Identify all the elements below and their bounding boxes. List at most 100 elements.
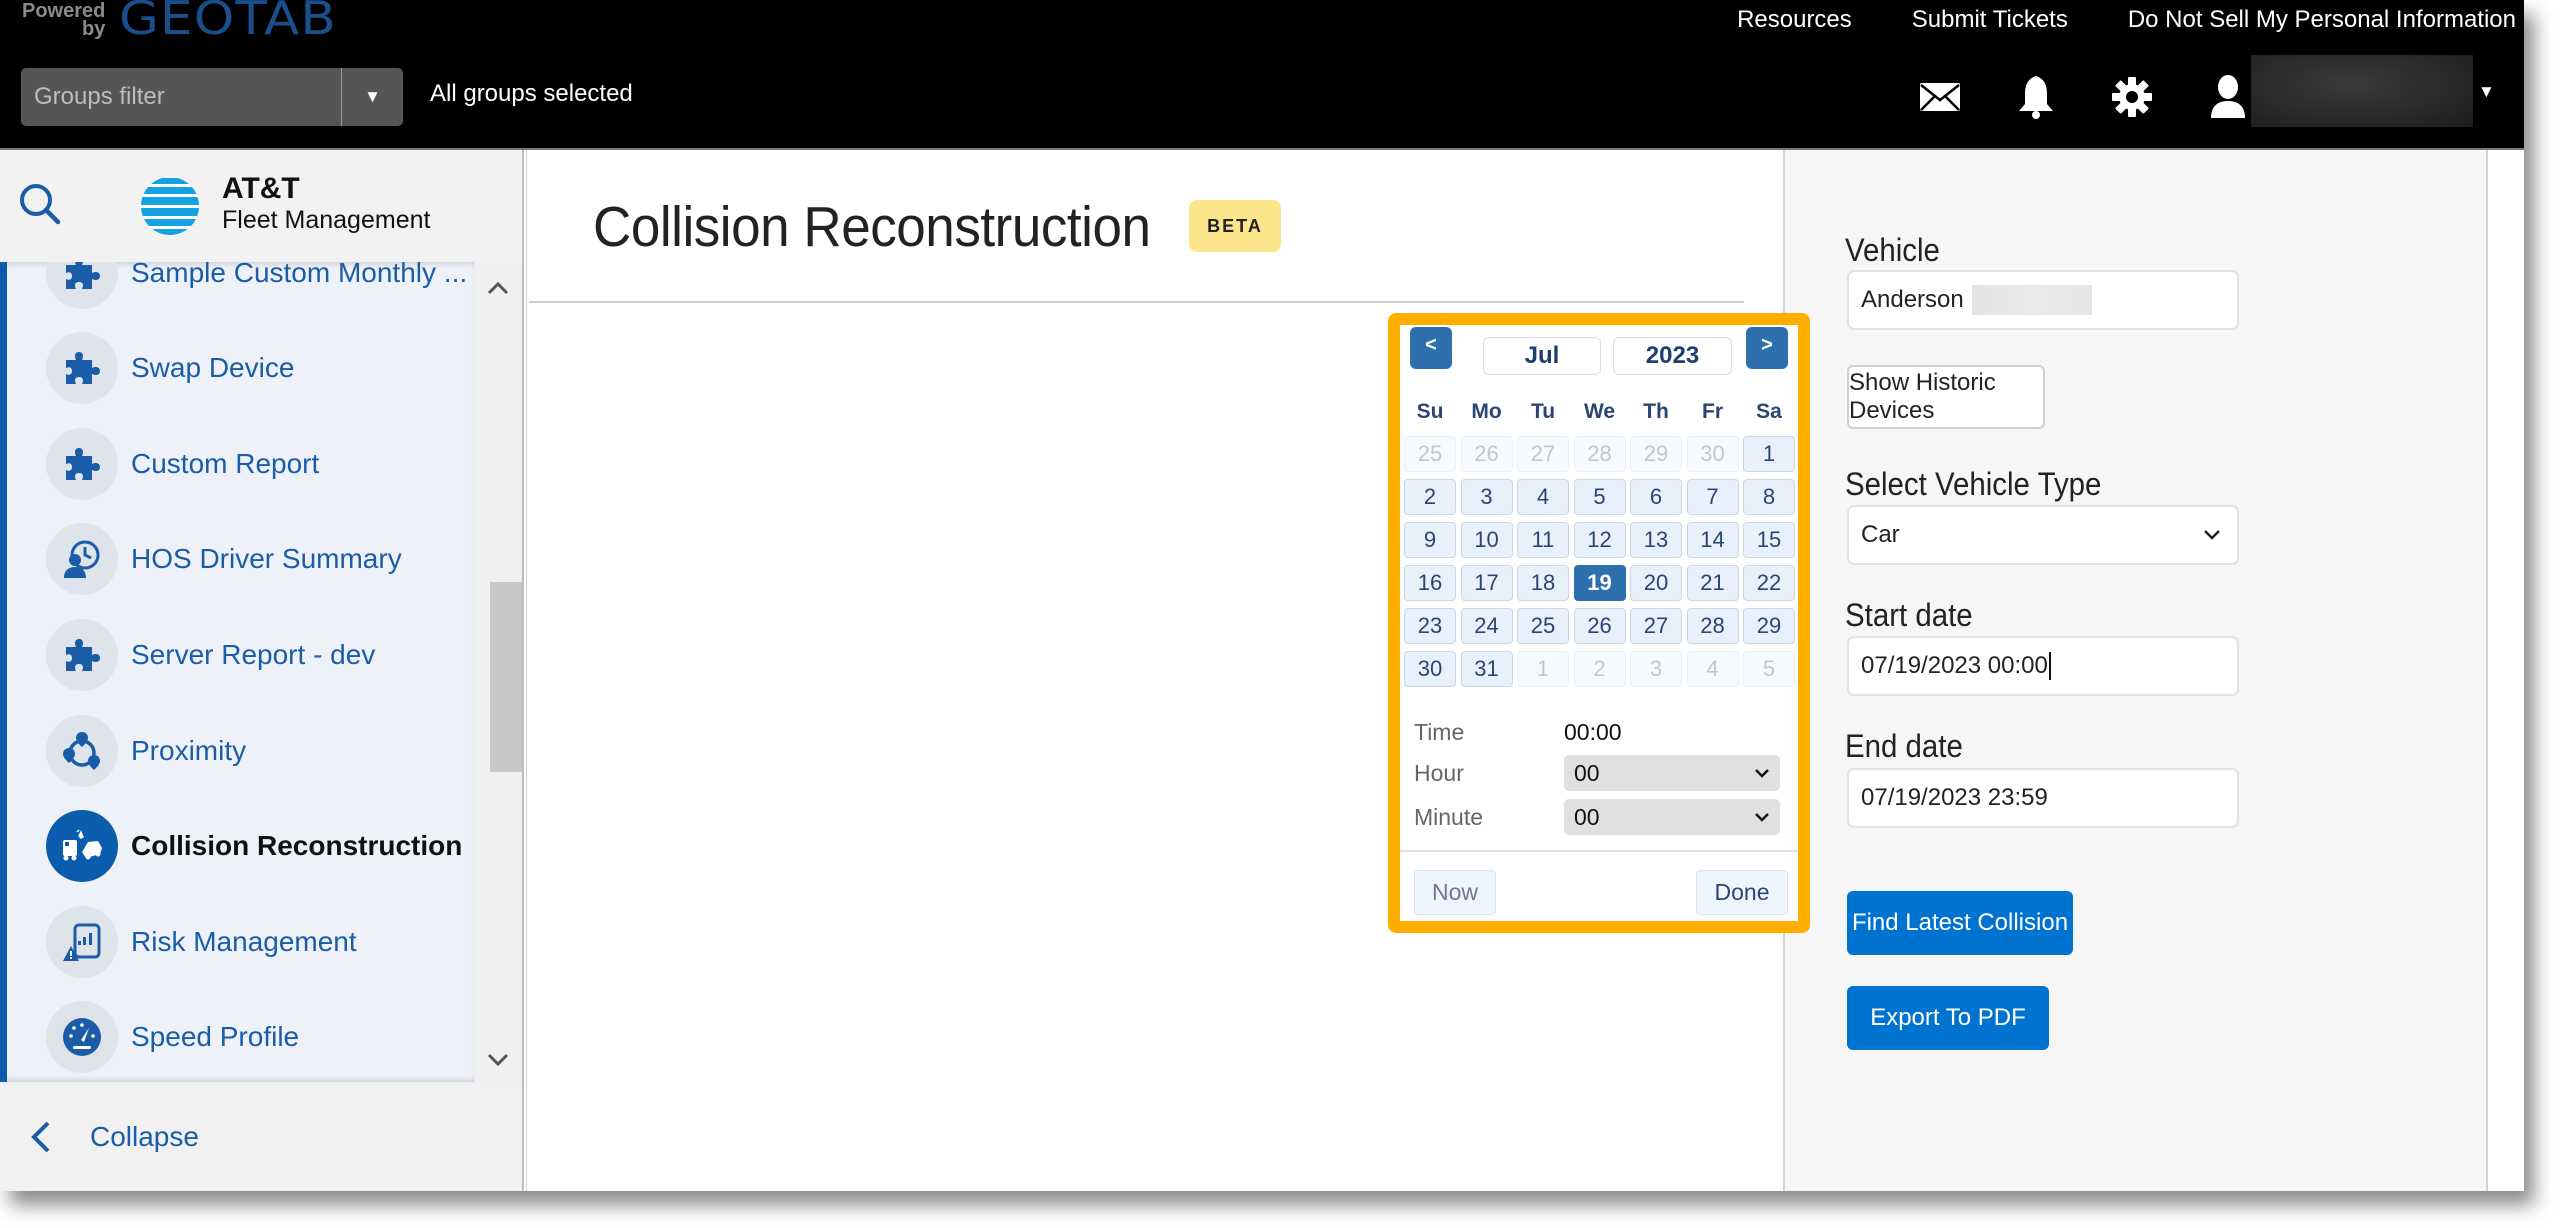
calendar-day-other-month[interactable]: 1 bbox=[1517, 651, 1569, 687]
vehicle-input[interactable]: Anderson bbox=[1847, 270, 2239, 330]
sidebar-item-server-report-dev[interactable]: Server Report - dev bbox=[46, 619, 466, 691]
resources-link[interactable]: Resources bbox=[1737, 6, 1852, 34]
calendar-day[interactable]: 20 bbox=[1630, 565, 1682, 601]
calendar-day[interactable]: 14 bbox=[1686, 522, 1739, 558]
calendar-day[interactable]: 2 bbox=[1404, 479, 1456, 515]
vehicle-type-select[interactable]: Car bbox=[1847, 505, 2239, 565]
calendar-day[interactable]: 11 bbox=[1517, 522, 1569, 558]
sidebar-scrollbar[interactable] bbox=[474, 262, 522, 1082]
groups-filter-input[interactable]: Groups filter bbox=[21, 68, 341, 126]
calendar-day-other-month[interactable]: 4 bbox=[1686, 651, 1739, 687]
messages-button[interactable] bbox=[1910, 68, 1970, 126]
weekday-header: Su bbox=[1416, 400, 1444, 423]
text-cursor bbox=[2048, 652, 2051, 680]
year-select[interactable]: 2023 bbox=[1613, 337, 1732, 375]
calendar-day-other-month[interactable]: 25 bbox=[1404, 436, 1456, 472]
calendar-day[interactable]: 5 bbox=[1573, 479, 1626, 515]
show-historic-devices-button[interactable]: Show Historic Devices bbox=[1847, 365, 2045, 429]
start-date-input[interactable]: 07/19/2023 00:00 bbox=[1847, 636, 2239, 696]
calendar-day[interactable]: 10 bbox=[1460, 522, 1513, 558]
sidebar-item-proximity[interactable]: Proximity bbox=[46, 715, 466, 787]
calendar-day[interactable]: 23 bbox=[1404, 608, 1456, 644]
calendar-day[interactable]: 4 bbox=[1517, 479, 1569, 515]
scroll-up-button[interactable] bbox=[474, 268, 522, 308]
calendar-day[interactable]: 9 bbox=[1404, 522, 1456, 558]
calendar-day[interactable]: 27 bbox=[1630, 608, 1682, 644]
calendar-day[interactable]: 3 bbox=[1460, 479, 1513, 515]
calendar-day[interactable]: 31 bbox=[1460, 651, 1513, 687]
calendar-day[interactable]: 17 bbox=[1460, 565, 1513, 601]
calendar-day-other-month[interactable]: 27 bbox=[1517, 436, 1569, 472]
calendar-day-selected[interactable]: 19 bbox=[1573, 565, 1626, 601]
notifications-button[interactable] bbox=[2006, 68, 2066, 126]
previous-month-button[interactable]: < bbox=[1410, 327, 1452, 369]
calendar-day-other-month[interactable]: 29 bbox=[1630, 436, 1682, 472]
calendar-day-other-month[interactable]: 26 bbox=[1460, 436, 1513, 472]
sidebar-collapse-button[interactable]: Collapse bbox=[0, 1082, 522, 1191]
sidebar-item-collision-reconstruction[interactable]: Collision Reconstruction bbox=[46, 810, 466, 882]
sidebar-item-sample-custom-monthly[interactable]: Sample Custom Monthly ... bbox=[46, 262, 467, 309]
calendar-day[interactable]: 16 bbox=[1404, 565, 1456, 601]
scroll-down-button[interactable] bbox=[474, 1040, 522, 1080]
calendar-day[interactable]: 22 bbox=[1743, 565, 1795, 601]
done-button[interactable]: Done bbox=[1696, 870, 1788, 915]
calendar-day[interactable]: 12 bbox=[1573, 522, 1626, 558]
calendar-day-other-month[interactable]: 2 bbox=[1573, 651, 1626, 687]
sidebar-item-label: Speed Profile bbox=[131, 1021, 300, 1052]
now-button[interactable]: Now bbox=[1414, 870, 1496, 915]
sidebar-item-risk-management[interactable]: Risk Management bbox=[46, 906, 466, 978]
calendar-day[interactable]: 25 bbox=[1517, 608, 1569, 644]
submit-tickets-link[interactable]: Submit Tickets bbox=[1912, 6, 2068, 34]
month-select[interactable]: Jul bbox=[1483, 337, 1601, 375]
weekday-header: Th bbox=[1643, 400, 1669, 423]
sidebar-item-label: Collision Reconstruction bbox=[131, 830, 463, 861]
sidebar-item-speed-profile[interactable]: Speed Profile bbox=[46, 1001, 466, 1073]
minute-select[interactable]: 00 bbox=[1564, 799, 1780, 835]
user-name-redacted[interactable] bbox=[2251, 55, 2473, 127]
scrollbar-thumb[interactable] bbox=[490, 582, 522, 772]
groups-filter[interactable]: Groups filter ▼ bbox=[21, 68, 403, 126]
calendar-day-other-month[interactable]: 3 bbox=[1630, 651, 1682, 687]
calendar-day[interactable]: 21 bbox=[1686, 565, 1739, 601]
calendar-day[interactable]: 26 bbox=[1573, 608, 1626, 644]
calendar-day[interactable]: 18 bbox=[1517, 565, 1569, 601]
sidebar-item-custom-report[interactable]: Custom Report bbox=[46, 428, 466, 500]
calendar-day-other-month[interactable]: 30 bbox=[1686, 436, 1739, 472]
calendar-day-other-month[interactable]: 28 bbox=[1573, 436, 1626, 472]
hour-select[interactable]: 00 bbox=[1564, 755, 1780, 791]
mail-icon bbox=[1920, 83, 1960, 111]
calendar-day[interactable]: 30 bbox=[1404, 651, 1456, 687]
calendar-day[interactable]: 1 bbox=[1743, 436, 1795, 472]
calendar-grid: Su Mo Tu We Th Fr Sa 25 26 27 28 29 30 1 2 3 4 5 6 7 8 9 10 11 1… bbox=[1404, 395, 1795, 687]
settings-button[interactable] bbox=[2102, 68, 2162, 126]
puzzle-icon bbox=[66, 639, 100, 671]
calendar-day[interactable]: 13 bbox=[1630, 522, 1682, 558]
att-title: AT&T bbox=[222, 172, 300, 205]
calendar-day[interactable]: 7 bbox=[1686, 479, 1739, 515]
bell-icon bbox=[2019, 76, 2053, 119]
chevron-down-icon bbox=[2204, 530, 2220, 540]
risk-report-icon bbox=[63, 923, 101, 961]
weekday-header: Sa bbox=[1756, 400, 1782, 423]
sidebar-search-button[interactable] bbox=[16, 180, 66, 230]
export-to-pdf-button[interactable]: Export To PDF bbox=[1847, 986, 2049, 1050]
calendar-day[interactable]: 29 bbox=[1743, 608, 1795, 644]
calendar-day[interactable]: 28 bbox=[1686, 608, 1739, 644]
calendar-day[interactable]: 8 bbox=[1743, 479, 1795, 515]
hour-row: Hour 00 bbox=[1414, 755, 1780, 791]
calendar-day[interactable]: 6 bbox=[1630, 479, 1682, 515]
end-date-input[interactable]: 07/19/2023 23:59 bbox=[1847, 768, 2239, 828]
sidebar-item-hos-driver-summary[interactable]: HOS Driver Summary bbox=[46, 523, 466, 595]
calendar-day-other-month[interactable]: 5 bbox=[1743, 651, 1795, 687]
do-not-sell-link[interactable]: Do Not Sell My Personal Information bbox=[2128, 6, 2516, 34]
minute-value: 00 bbox=[1574, 803, 1600, 830]
calendar-day[interactable]: 24 bbox=[1460, 608, 1513, 644]
user-menu-button[interactable] bbox=[2198, 68, 2258, 126]
find-latest-collision-button[interactable]: Find Latest Collision bbox=[1847, 891, 2073, 955]
groups-filter-dropdown-button[interactable]: ▼ bbox=[341, 68, 403, 126]
sidebar-item-swap-device[interactable]: Swap Device bbox=[46, 332, 466, 404]
next-month-button[interactable]: > bbox=[1746, 327, 1788, 369]
user-menu-caret-icon[interactable]: ▼ bbox=[2478, 82, 2495, 102]
app-window: Powered by GEOTAB Groups filter ▼ All gr… bbox=[0, 0, 2524, 1191]
calendar-day[interactable]: 15 bbox=[1743, 522, 1795, 558]
